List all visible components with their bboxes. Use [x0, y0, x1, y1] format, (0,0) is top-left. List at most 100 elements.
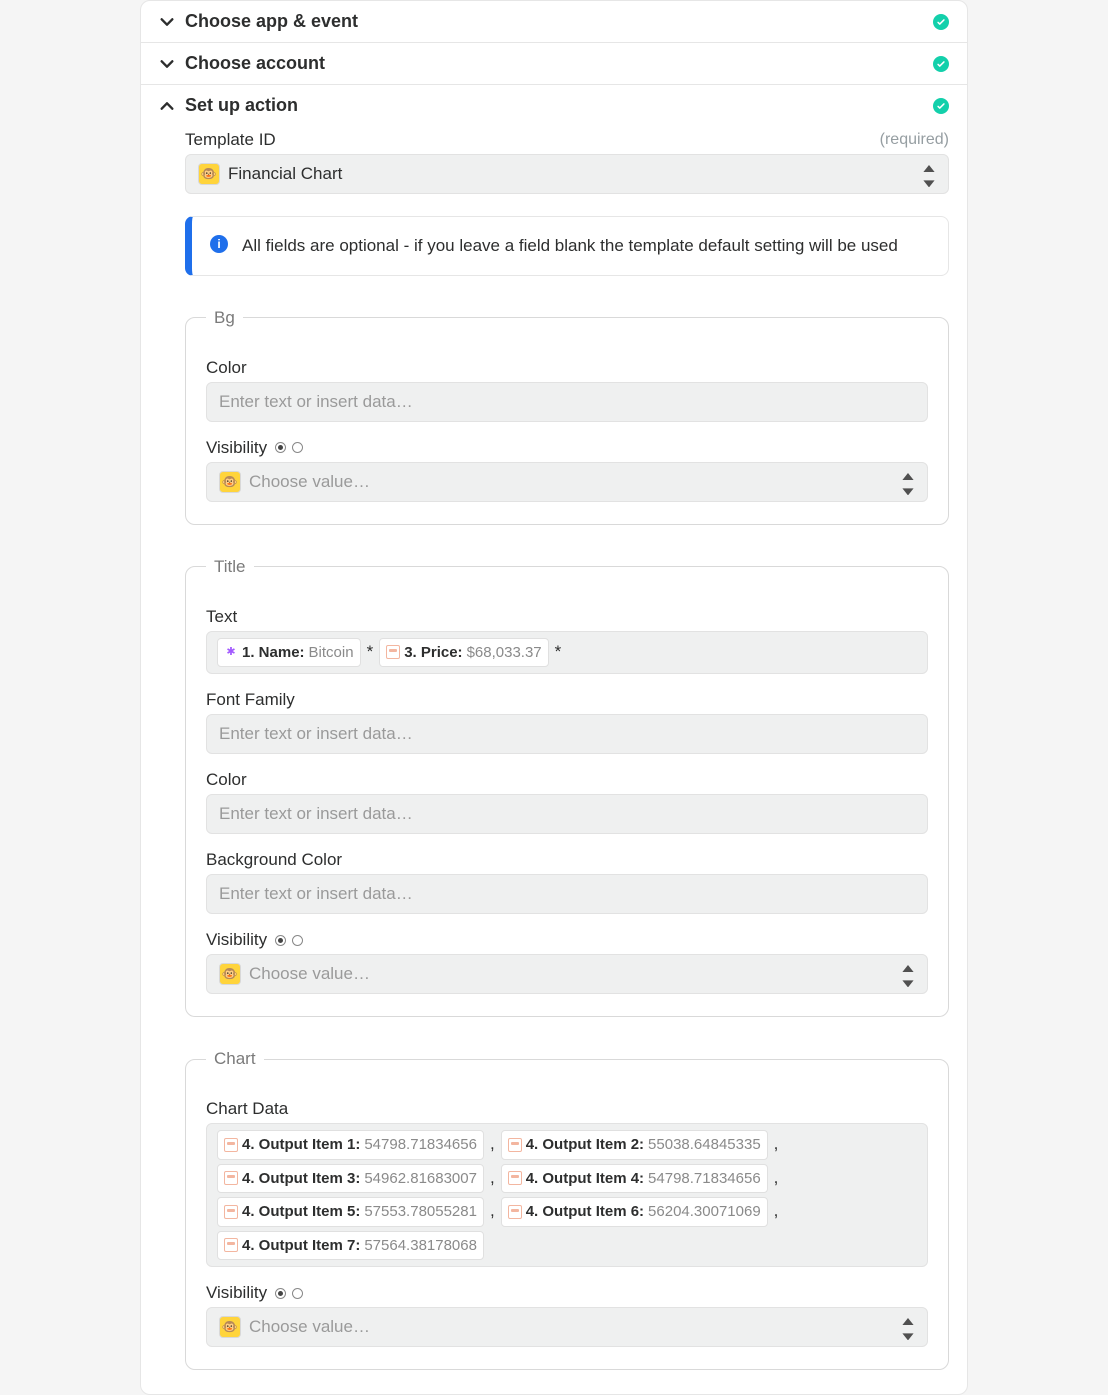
separator: ,	[772, 1130, 781, 1159]
radio-on-icon[interactable]	[275, 935, 286, 946]
free-text: *	[365, 638, 376, 667]
pill-source-icon	[224, 1171, 238, 1185]
pill-source-icon	[508, 1138, 522, 1152]
chart-data-label: Chart Data	[206, 1099, 288, 1119]
pill-label: 4. Output Item 7:	[242, 1233, 360, 1259]
data-pill-output-item[interactable]: 4. Output Item 6: 56204.30071069	[501, 1197, 768, 1227]
section-choose-app-event[interactable]: Choose app & event	[141, 1, 967, 42]
section-title: Choose account	[185, 53, 923, 74]
template-id-select[interactable]: 🐵 Financial Chart	[185, 154, 949, 194]
visibility-radio-group[interactable]	[275, 442, 303, 453]
check-circle-icon	[933, 98, 949, 114]
bg-color-label: Color	[206, 358, 247, 378]
radio-on-icon[interactable]	[275, 1288, 286, 1299]
section-title: Choose app & event	[185, 11, 923, 32]
pill-value: Bitcoin	[309, 640, 354, 666]
placeholder: Choose value…	[249, 1317, 370, 1337]
sort-icon	[922, 165, 936, 183]
app-icon: 🐵	[219, 963, 241, 985]
pill-value: 54798.71834656	[648, 1166, 761, 1192]
title-bgcolor-input[interactable]: Enter text or insert data…	[206, 874, 928, 914]
visibility-radio-group[interactable]	[275, 935, 303, 946]
group-chart: Chart Chart Data 4. Output Item 1: 54798…	[185, 1049, 949, 1370]
group-legend: Title	[206, 557, 254, 577]
data-pill-output-item[interactable]: 4. Output Item 7: 57564.38178068	[217, 1231, 484, 1261]
chart-visibility-select[interactable]: 🐵 Choose value…	[206, 1307, 928, 1347]
action-editor-card: Choose app & event Choose account	[140, 0, 968, 1395]
placeholder: Choose value…	[249, 964, 370, 984]
pill-source-icon	[386, 645, 400, 659]
pill-source-icon	[224, 1205, 238, 1219]
bg-visibility-select[interactable]: 🐵 Choose value…	[206, 462, 928, 502]
title-fontfamily-label: Font Family	[206, 690, 295, 710]
placeholder: Enter text or insert data…	[219, 884, 413, 904]
data-pill-output-item[interactable]: 4. Output Item 1: 54798.71834656	[217, 1130, 484, 1160]
pill-label: 3. Price:	[404, 640, 462, 666]
title-bgcolor-label: Background Color	[206, 850, 342, 870]
title-text-input[interactable]: ✱ 1. Name: Bitcoin * 3. Price: $68,033.3…	[206, 631, 928, 675]
bg-visibility-label: Visibility	[206, 438, 267, 458]
pill-label: 4. Output Item 4:	[526, 1166, 644, 1192]
data-pill-output-item[interactable]: 4. Output Item 2: 55038.64845335	[501, 1130, 768, 1160]
pill-label: 4. Output Item 2:	[526, 1132, 644, 1158]
data-pill-output-item[interactable]: 4. Output Item 5: 57553.78055281	[217, 1197, 484, 1227]
group-legend: Chart	[206, 1049, 264, 1069]
pill-source-icon	[224, 1138, 238, 1152]
chevron-down-icon	[159, 56, 175, 72]
radio-on-icon[interactable]	[275, 442, 286, 453]
pill-label: 4. Output Item 5:	[242, 1199, 360, 1225]
section-choose-account[interactable]: Choose account	[141, 43, 967, 84]
sort-icon	[901, 473, 915, 491]
pill-source-icon	[508, 1205, 522, 1219]
section-title: Set up action	[185, 95, 923, 116]
pill-label: 4. Output Item 6:	[526, 1199, 644, 1225]
required-hint: (required)	[880, 131, 949, 149]
pill-label: 4. Output Item 1:	[242, 1132, 360, 1158]
free-text: *	[553, 638, 564, 667]
title-visibility-select[interactable]: 🐵 Choose value…	[206, 954, 928, 994]
pill-source-icon	[224, 1238, 238, 1252]
placeholder: Choose value…	[249, 472, 370, 492]
data-pill-output-item[interactable]: 4. Output Item 4: 54798.71834656	[501, 1164, 768, 1194]
placeholder: Enter text or insert data…	[219, 392, 413, 412]
group-title: Title Text ✱ 1. Name: Bitcoin *	[185, 557, 949, 1018]
sort-icon	[901, 965, 915, 983]
separator: ,	[772, 1197, 781, 1226]
radio-off-icon[interactable]	[292, 935, 303, 946]
info-callout: i All fields are optional - if you leave…	[185, 216, 949, 276]
data-pill-output-item[interactable]: 4. Output Item 3: 54962.81683007	[217, 1164, 484, 1194]
title-text-label: Text	[206, 607, 237, 627]
title-visibility-label: Visibility	[206, 930, 267, 950]
radio-off-icon[interactable]	[292, 442, 303, 453]
separator: ,	[488, 1164, 497, 1193]
pill-value: 56204.30071069	[648, 1199, 761, 1225]
pill-value: 54798.71834656	[364, 1132, 477, 1158]
chevron-down-icon	[159, 14, 175, 30]
data-pill-price[interactable]: 3. Price: $68,033.37	[379, 638, 548, 668]
pill-label: 4. Output Item 3:	[242, 1166, 360, 1192]
select-value: Financial Chart	[228, 164, 342, 184]
separator: ,	[488, 1130, 497, 1159]
radio-off-icon[interactable]	[292, 1288, 303, 1299]
group-legend: Bg	[206, 308, 243, 328]
check-circle-icon	[933, 14, 949, 30]
separator: ,	[772, 1164, 781, 1193]
info-text: All fields are optional - if you leave a…	[242, 233, 898, 259]
app-icon: 🐵	[219, 1316, 241, 1338]
visibility-radio-group[interactable]	[275, 1288, 303, 1299]
template-id-label: Template ID	[185, 130, 276, 150]
separator: ,	[488, 1197, 497, 1226]
title-fontfamily-input[interactable]: Enter text or insert data…	[206, 714, 928, 754]
bg-color-input[interactable]: Enter text or insert data…	[206, 382, 928, 422]
pill-value: 54962.81683007	[364, 1166, 477, 1192]
title-color-input[interactable]: Enter text or insert data…	[206, 794, 928, 834]
pill-label: 1. Name:	[242, 640, 305, 666]
chevron-up-icon	[159, 98, 175, 114]
chart-data-input[interactable]: 4. Output Item 1: 54798.71834656,4. Outp…	[206, 1123, 928, 1267]
info-icon: i	[210, 235, 228, 253]
pill-value: 55038.64845335	[648, 1132, 761, 1158]
placeholder: Enter text or insert data…	[219, 724, 413, 744]
chart-visibility-label: Visibility	[206, 1283, 267, 1303]
section-set-up-action[interactable]: Set up action	[141, 85, 967, 126]
data-pill-name[interactable]: ✱ 1. Name: Bitcoin	[217, 638, 361, 668]
